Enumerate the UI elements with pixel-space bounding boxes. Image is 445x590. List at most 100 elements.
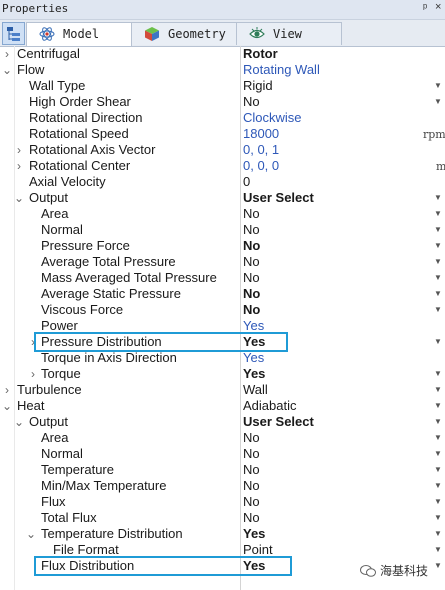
dropdown-arrow-icon[interactable]: ▼ (434, 542, 442, 558)
prop-value[interactable]: 0, 0, 1 (243, 142, 279, 158)
dropdown-arrow-icon[interactable]: ▼ (434, 222, 442, 238)
prop-value[interactable]: No (243, 462, 260, 478)
dropdown-arrow-icon[interactable]: ▼ (434, 238, 442, 254)
expand-arrow-icon[interactable]: › (2, 382, 12, 398)
prop-value[interactable]: Rigid (243, 78, 273, 94)
prop-value[interactable]: No (243, 286, 260, 302)
prop-row-average-static-pressure[interactable]: Average Static Pressure No ▼ (0, 286, 445, 302)
collapse-arrow-icon[interactable]: ⌄ (26, 526, 36, 542)
prop-row-turbulence[interactable]: › Turbulence Wall ▼ (0, 382, 445, 398)
prop-value[interactable]: User Select (243, 414, 314, 430)
dropdown-arrow-icon[interactable]: ▼ (434, 558, 442, 574)
prop-row-heat-area[interactable]: Area No ▼ (0, 430, 445, 446)
prop-row-rotational-center[interactable]: › Rotational Center 0, 0, 0 m (0, 158, 445, 174)
dropdown-arrow-icon[interactable]: ▼ (434, 94, 442, 110)
dropdown-arrow-icon[interactable]: ▼ (434, 78, 442, 94)
collapse-arrow-icon[interactable]: ⌄ (14, 190, 24, 206)
dropdown-arrow-icon[interactable]: ▼ (434, 462, 442, 478)
prop-value[interactable]: No (243, 94, 260, 110)
prop-row-axial-velocity[interactable]: Axial Velocity 0 (0, 174, 445, 190)
prop-row-area[interactable]: Area No ▼ (0, 206, 445, 222)
prop-value[interactable]: No (243, 206, 260, 222)
dropdown-arrow-icon[interactable]: ▼ (434, 334, 442, 350)
prop-row-mass-averaged-total-pressure[interactable]: Mass Averaged Total Pressure No ▼ (0, 270, 445, 286)
dropdown-arrow-icon[interactable]: ▼ (434, 302, 442, 318)
prop-value[interactable]: Clockwise (243, 110, 302, 126)
prop-row-normal[interactable]: Normal No ▼ (0, 222, 445, 238)
prop-value[interactable]: No (243, 478, 260, 494)
dropdown-arrow-icon[interactable]: ▼ (434, 526, 442, 542)
prop-value[interactable]: Adiabatic (243, 398, 296, 414)
prop-value[interactable]: No (243, 270, 260, 286)
prop-row-heat[interactable]: ⌄ Heat Adiabatic ▼ (0, 398, 445, 414)
prop-row-temperature-distribution[interactable]: ⌄ Temperature Distribution Yes ▼ (0, 526, 445, 542)
prop-value[interactable]: No (243, 446, 260, 462)
prop-row-centrifugal[interactable]: › Centrifugal Rotor (0, 46, 445, 62)
prop-row-pressure-force[interactable]: Pressure Force No ▼ (0, 238, 445, 254)
prop-value[interactable]: Wall (243, 382, 268, 398)
dropdown-arrow-icon[interactable]: ▼ (434, 270, 442, 286)
prop-row-min-max-temperature[interactable]: Min/Max Temperature No ▼ (0, 478, 445, 494)
prop-row-high-order-shear[interactable]: High Order Shear No ▼ (0, 94, 445, 110)
prop-row-heat-output[interactable]: ⌄ Output User Select ▼ (0, 414, 445, 430)
expand-arrow-icon[interactable]: › (2, 46, 12, 62)
prop-row-torque-in-axis-direction[interactable]: Torque in Axis Direction Yes (0, 350, 445, 366)
prop-value[interactable]: Yes (243, 350, 264, 366)
prop-row-rotational-speed[interactable]: Rotational Speed 18000 rpm (0, 126, 445, 142)
prop-value[interactable]: Yes (243, 366, 265, 382)
collapse-arrow-icon[interactable]: ⌄ (14, 414, 24, 430)
dropdown-arrow-icon[interactable]: ▼ (434, 382, 442, 398)
prop-value[interactable]: No (243, 494, 260, 510)
prop-row-total-flux[interactable]: Total Flux No ▼ (0, 510, 445, 526)
prop-value[interactable]: Rotating Wall (243, 62, 320, 78)
prop-row-wall-type[interactable]: Wall Type Rigid ▼ (0, 78, 445, 94)
prop-value[interactable]: Rotor (243, 46, 278, 62)
expand-arrow-icon[interactable]: › (14, 158, 24, 174)
prop-row-torque[interactable]: › Torque Yes ▼ (0, 366, 445, 382)
prop-value[interactable]: 0, 0, 0 (243, 158, 279, 174)
dropdown-arrow-icon[interactable]: ▼ (434, 254, 442, 270)
prop-row-viscous-force[interactable]: Viscous Force No ▼ (0, 302, 445, 318)
dropdown-arrow-icon[interactable]: ▼ (434, 414, 442, 430)
collapse-arrow-icon[interactable]: ⌄ (2, 62, 12, 78)
prop-row-heat-normal[interactable]: Normal No ▼ (0, 446, 445, 462)
prop-row-flow[interactable]: ⌄ Flow Rotating Wall (0, 62, 445, 78)
prop-value[interactable]: User Select (243, 190, 314, 206)
prop-value[interactable]: No (243, 302, 260, 318)
dropdown-arrow-icon[interactable]: ▼ (434, 446, 442, 462)
tab-geometry[interactable]: Geometry (131, 22, 237, 45)
dropdown-arrow-icon[interactable]: ▼ (434, 286, 442, 302)
dropdown-arrow-icon[interactable]: ▼ (434, 206, 442, 222)
prop-value[interactable]: 0 (243, 174, 250, 190)
dropdown-arrow-icon[interactable]: ▼ (434, 430, 442, 446)
prop-value[interactable]: No (243, 254, 260, 270)
prop-row-rotational-axis-vector[interactable]: › Rotational Axis Vector 0, 0, 1 (0, 142, 445, 158)
prop-row-average-total-pressure[interactable]: Average Total Pressure No ▼ (0, 254, 445, 270)
pin-icon[interactable]: ᵖ (423, 2, 427, 14)
prop-value[interactable]: No (243, 238, 260, 254)
prop-row-temperature[interactable]: Temperature No ▼ (0, 462, 445, 478)
expand-arrow-icon[interactable]: › (28, 366, 38, 382)
collapse-arrow-icon[interactable]: ⌄ (2, 398, 12, 414)
prop-row-output[interactable]: ⌄ Output User Select ▼ (0, 190, 445, 206)
tab-view[interactable]: View (236, 22, 342, 45)
dropdown-arrow-icon[interactable]: ▼ (434, 190, 442, 206)
tab-model[interactable]: Model (26, 22, 132, 46)
expand-arrow-icon[interactable]: › (14, 142, 24, 158)
dropdown-arrow-icon[interactable]: ▼ (434, 494, 442, 510)
dropdown-arrow-icon[interactable]: ▼ (434, 366, 442, 382)
prop-name: Area (41, 206, 69, 221)
prop-value[interactable]: Yes (243, 526, 265, 542)
dropdown-arrow-icon[interactable]: ▼ (434, 510, 442, 526)
prop-row-flux[interactable]: Flux No ▼ (0, 494, 445, 510)
prop-value[interactable]: No (243, 510, 260, 526)
prop-value[interactable]: No (243, 430, 260, 446)
prop-value[interactable]: 18000 (243, 126, 279, 142)
dropdown-arrow-icon[interactable]: ▼ (434, 478, 442, 494)
prop-row-rotational-direction[interactable]: Rotational Direction Clockwise (0, 110, 445, 126)
categorized-sort-button[interactable] (2, 22, 25, 45)
prop-value[interactable]: No (243, 222, 260, 238)
column-divider[interactable] (240, 46, 241, 590)
dropdown-arrow-icon[interactable]: ▼ (434, 398, 442, 414)
close-icon[interactable]: × (435, 1, 441, 13)
